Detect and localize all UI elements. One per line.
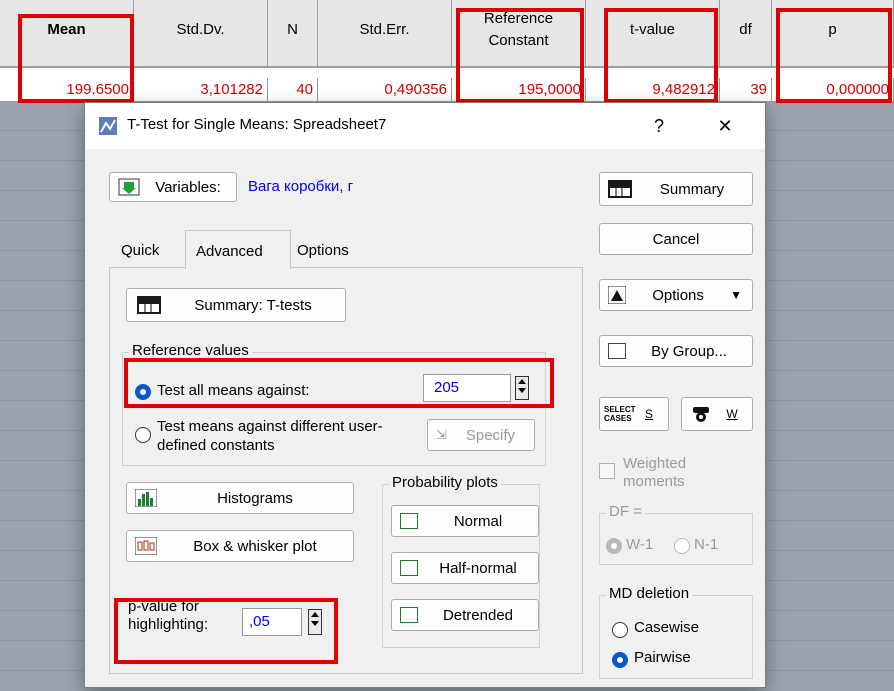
by-group-label: By Group... (651, 342, 727, 360)
variables-button[interactable]: Variables: (109, 172, 237, 202)
boxplot-icon (135, 537, 157, 555)
tab-options[interactable]: Options (297, 234, 349, 268)
weight-w-label: W (726, 407, 738, 421)
histograms-label: Histograms (217, 489, 293, 507)
pairwise-label: Pairwise (634, 649, 691, 666)
highlight-test-all-means (124, 358, 554, 408)
df-n1-label: N-1 (694, 536, 719, 553)
col-header-stddv[interactable]: Std.Dv. (134, 0, 268, 68)
value-stderr[interactable]: 0,490356 (318, 78, 452, 102)
tab-quick[interactable]: Quick (121, 234, 159, 268)
select-cases-button[interactable]: SELECT CASES S (599, 397, 669, 431)
half-normal-label: Half-normal (439, 559, 517, 577)
summary-table-icon (137, 296, 161, 314)
df-group: DF = W-1 N-1 (599, 503, 753, 565)
help-button[interactable]: ? (645, 112, 673, 140)
value-n[interactable]: 40 (268, 78, 318, 102)
radio-pairwise[interactable] (612, 652, 628, 668)
select-cases-icon: SELECT CASES (604, 405, 636, 423)
options-dropdown-icon: ▼ (730, 288, 742, 302)
tab-advanced[interactable]: Advanced (196, 235, 263, 269)
summary-ttests-button[interactable]: Summary: T-tests (126, 288, 346, 322)
weighted-moments-checkbox[interactable] (599, 463, 615, 479)
weight-icon (693, 407, 709, 422)
md-deletion-group: MD deletion Casewise Pairwise (599, 585, 753, 679)
df-title: DF = (606, 503, 645, 520)
tab-advanced-frame: Advanced (185, 230, 291, 269)
summary-button[interactable]: Summary (599, 172, 753, 206)
select-s-label: S (644, 407, 653, 421)
variables-value: Вага коробки, г (248, 178, 354, 195)
close-button[interactable]: ✕ (711, 112, 739, 140)
variables-icon (118, 178, 140, 196)
variables-label: Variables: (155, 178, 221, 196)
summary-label: Summary (659, 180, 725, 198)
by-group-icon (608, 343, 626, 359)
specify-icon: ⇲ (436, 427, 447, 442)
histograms-button[interactable]: Histograms (126, 482, 354, 514)
dialog-title: T-Test for Single Means: Spreadsheet7 (127, 116, 387, 133)
summary-icon (608, 180, 632, 198)
detrended-plot-icon (400, 607, 418, 623)
half-normal-plot-icon (400, 560, 418, 576)
radio-df-n1[interactable] (674, 538, 690, 554)
reference-values-title: Reference values (129, 342, 252, 359)
df-w1-label: W-1 (626, 536, 654, 553)
col-header-n[interactable]: N (268, 0, 318, 68)
by-group-button[interactable]: By Group... (599, 335, 753, 367)
normal-button[interactable]: Normal (391, 505, 539, 537)
highlight-pvalue (114, 598, 338, 664)
title-bar: T-Test for Single Means: Spreadsheet7 ? … (85, 103, 765, 149)
col-header-df[interactable]: df (720, 0, 772, 68)
options-label: Options (652, 286, 704, 304)
detrended-label: Detrended (442, 606, 514, 624)
cancel-button[interactable]: Cancel (599, 223, 753, 255)
radio-test-different-label: Test means against different user-define… (157, 418, 383, 454)
highlight-mean (18, 14, 134, 103)
boxplot-button[interactable]: Box & whisker plot (126, 530, 354, 562)
radio-casewise[interactable] (612, 622, 628, 638)
normal-plot-icon (400, 513, 418, 529)
options-icon (608, 286, 626, 304)
specify-button[interactable]: ⇲ Specify (427, 419, 535, 451)
normal-label: Normal (453, 512, 503, 530)
md-deletion-title: MD deletion (606, 585, 693, 602)
detrended-button[interactable]: Detrended (391, 599, 539, 631)
radio-df-w1[interactable] (606, 538, 622, 554)
highlight-p (776, 8, 892, 103)
statistica-app-icon (99, 117, 117, 135)
histogram-icon (135, 489, 157, 507)
half-normal-button[interactable]: Half-normal (391, 552, 539, 584)
value-stddv[interactable]: 3,101282 (134, 78, 268, 102)
value-df[interactable]: 39 (720, 78, 772, 102)
cancel-label: Cancel (652, 230, 700, 248)
weighted-moments-label: Weighted moments (623, 455, 687, 490)
highlight-t-value (604, 8, 718, 103)
radio-test-different[interactable] (135, 427, 151, 443)
highlight-reference-constant (456, 8, 584, 103)
probability-plots-group: Probability plots Normal Half-normal Det… (382, 474, 540, 648)
col-header-stderr[interactable]: Std.Err. (318, 0, 452, 68)
specify-label: Specify (465, 426, 516, 444)
probability-plots-title: Probability plots (389, 474, 501, 491)
weight-button[interactable]: W (681, 397, 753, 431)
casewise-label: Casewise (634, 619, 700, 636)
boxplot-label: Box & whisker plot (193, 537, 317, 555)
summary-ttests-label: Summary: T-tests (194, 296, 312, 314)
options-button[interactable]: Options ▼ (599, 279, 753, 311)
